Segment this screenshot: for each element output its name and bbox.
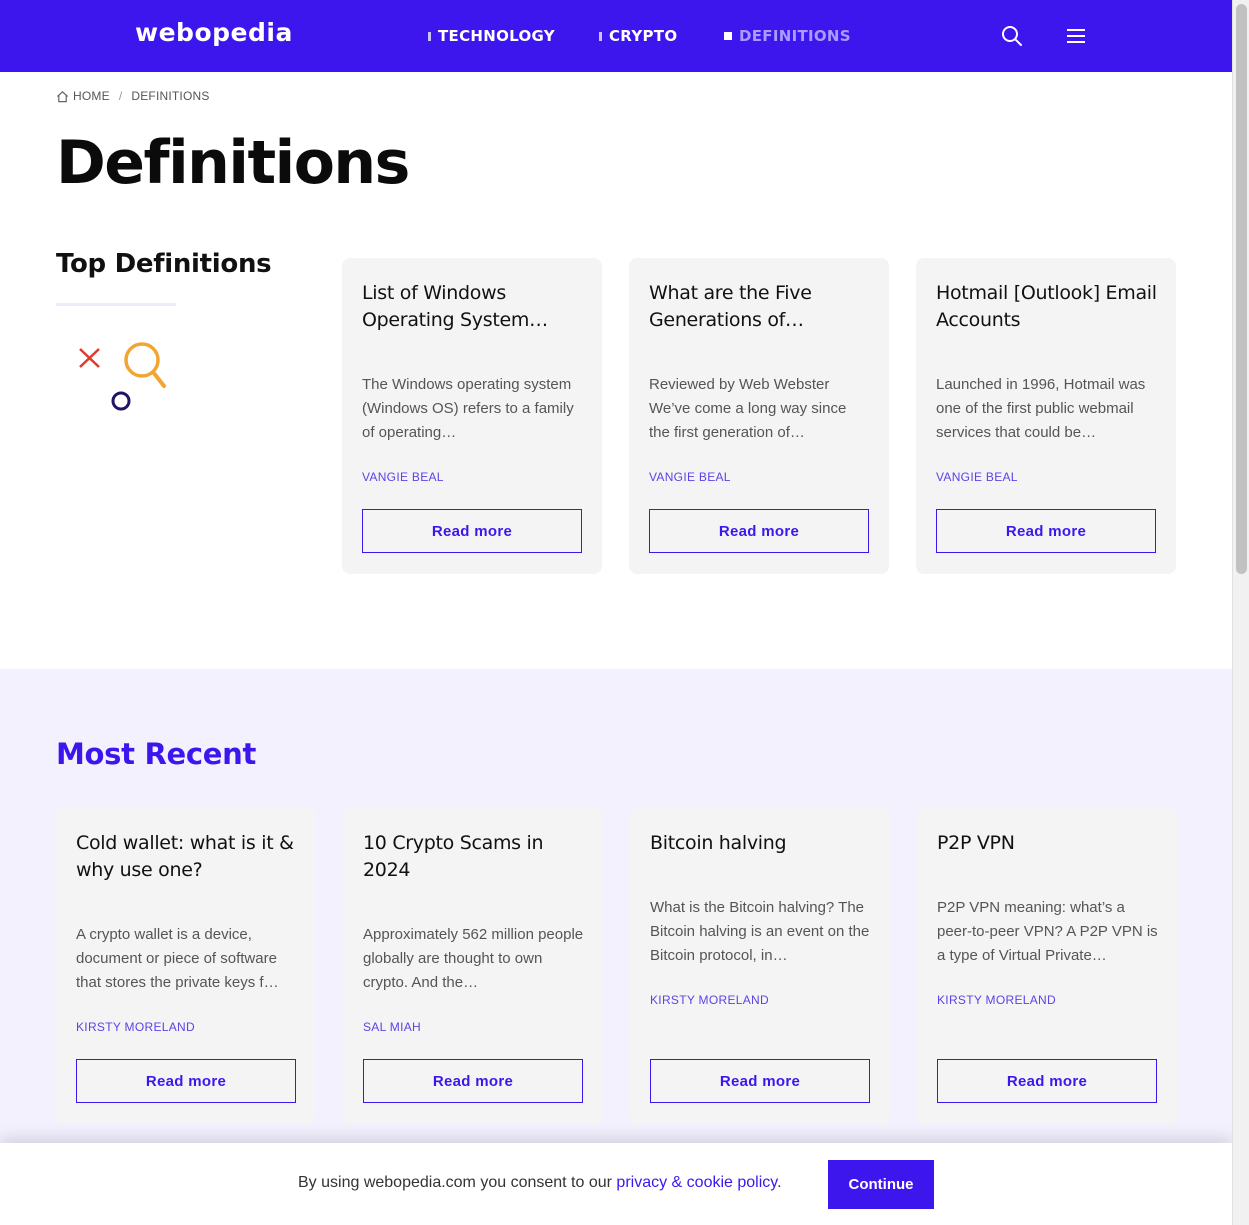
read-more-button[interactable]: Read more <box>936 509 1156 553</box>
recent-card: Cold wallet: what is it & why use one? A… <box>56 808 316 1124</box>
card-excerpt: What is the Bitcoin halving? The Bitcoin… <box>650 899 870 964</box>
read-more-button[interactable]: Read more <box>76 1059 296 1103</box>
top-definition-card: Hotmail [Outlook] Email Accounts Launche… <box>916 258 1176 574</box>
read-more-button[interactable]: Read more <box>362 509 582 553</box>
card-excerpt: The Windows operating system (Windows OS… <box>362 376 574 441</box>
card-title[interactable]: Cold wallet: what is it & why use one? <box>76 830 301 884</box>
breadcrumb-separator: / <box>118 89 123 103</box>
read-more-button[interactable]: Read more <box>650 1059 870 1103</box>
privacy-policy-link[interactable]: privacy & cookie policy <box>616 1174 777 1191</box>
top-definition-card: List of Windows Operating System… The Wi… <box>342 258 602 574</box>
cookie-text-lead: By using webopedia.com you consent to ou… <box>298 1174 617 1191</box>
cookie-text-suffix: . <box>777 1174 782 1191</box>
breadcrumb-current: DEFINITIONS <box>131 89 210 103</box>
scrollbar-thumb[interactable] <box>1236 4 1247 574</box>
search-icon[interactable] <box>1000 24 1024 48</box>
card-author[interactable]: KIRSTY MORELAND <box>76 1020 195 1034</box>
nav-crypto-label: CRYPTO <box>609 27 678 45</box>
card-author[interactable]: VANGIE BEAL <box>649 470 731 484</box>
home-icon[interactable] <box>56 90 69 103</box>
top-definitions-heading: Top Definitions <box>56 249 272 279</box>
hamburger-menu-icon[interactable] <box>1064 24 1088 48</box>
cookie-consent-banner: By using webopedia.com you consent to ou… <box>0 1143 1232 1225</box>
card-title[interactable]: P2P VPN <box>937 830 1162 857</box>
continue-button[interactable]: Continue <box>828 1160 934 1209</box>
most-recent-heading: Most Recent <box>56 737 257 771</box>
card-excerpt: Approximately 562 million people globall… <box>363 926 584 991</box>
nav-technology-label: TECHNOLOGY <box>438 27 555 45</box>
site-logo[interactable]: webopedia <box>135 18 293 47</box>
cookie-consent-text: By using webopedia.com you consent to ou… <box>298 1174 782 1192</box>
card-excerpt: A crypto wallet is a device, document or… <box>76 926 279 991</box>
card-author[interactable]: KIRSTY MORELAND <box>937 993 1056 1007</box>
card-title[interactable]: Bitcoin halving <box>650 830 875 857</box>
card-excerpt: Reviewed by Web Webster We’ve come a lon… <box>649 376 847 441</box>
nav-technology[interactable]: TECHNOLOGY <box>428 27 555 45</box>
recent-card: 10 Crypto Scams in 2024 Approximately 56… <box>343 808 603 1124</box>
read-more-button[interactable]: Read more <box>937 1059 1157 1103</box>
recent-card: Bitcoin halving What is the Bitcoin halv… <box>630 808 890 1124</box>
card-author[interactable]: KIRSTY MORELAND <box>650 993 769 1007</box>
nav-definitions-label: DEFINITIONS <box>739 27 851 45</box>
recent-card: P2P VPN P2P VPN meaning: what’s a peer-t… <box>917 808 1177 1124</box>
nav-crypto[interactable]: CRYPTO <box>599 27 677 45</box>
nav-bullet-icon <box>428 31 431 41</box>
card-title[interactable]: List of Windows Operating System… <box>362 280 587 334</box>
card-title[interactable]: 10 Crypto Scams in 2024 <box>363 830 588 884</box>
card-excerpt: Launched in 1996, Hotmail was one of the… <box>936 376 1146 441</box>
decorative-search-illustration-icon <box>76 338 176 418</box>
page-title: Definitions <box>56 128 410 198</box>
card-title[interactable]: Hotmail [Outlook] Email Accounts <box>936 280 1161 334</box>
nav-bullet-icon <box>599 31 602 41</box>
read-more-button[interactable]: Read more <box>649 509 869 553</box>
top-navbar: webopedia TECHNOLOGY CRYPTO DEFINITIONS <box>0 0 1232 72</box>
nav-definitions[interactable]: DEFINITIONS <box>724 27 851 45</box>
nav-bullet-icon <box>724 32 732 40</box>
heading-divider <box>56 303 176 306</box>
card-excerpt: P2P VPN meaning: what’s a peer-to-peer V… <box>937 899 1158 964</box>
read-more-button[interactable]: Read more <box>363 1059 583 1103</box>
card-title[interactable]: What are the Five Generations of… <box>649 280 874 334</box>
breadcrumb: HOME / DEFINITIONS <box>56 89 210 103</box>
card-author[interactable]: SAL MIAH <box>363 1020 421 1034</box>
page: webopedia TECHNOLOGY CRYPTO DEFINITIONS <box>0 0 1232 1225</box>
card-author[interactable]: VANGIE BEAL <box>936 470 1018 484</box>
card-author[interactable]: VANGIE BEAL <box>362 470 444 484</box>
breadcrumb-home[interactable]: HOME <box>73 89 110 103</box>
top-definition-card: What are the Five Generations of… Review… <box>629 258 889 574</box>
vertical-scrollbar[interactable] <box>1232 0 1249 1225</box>
